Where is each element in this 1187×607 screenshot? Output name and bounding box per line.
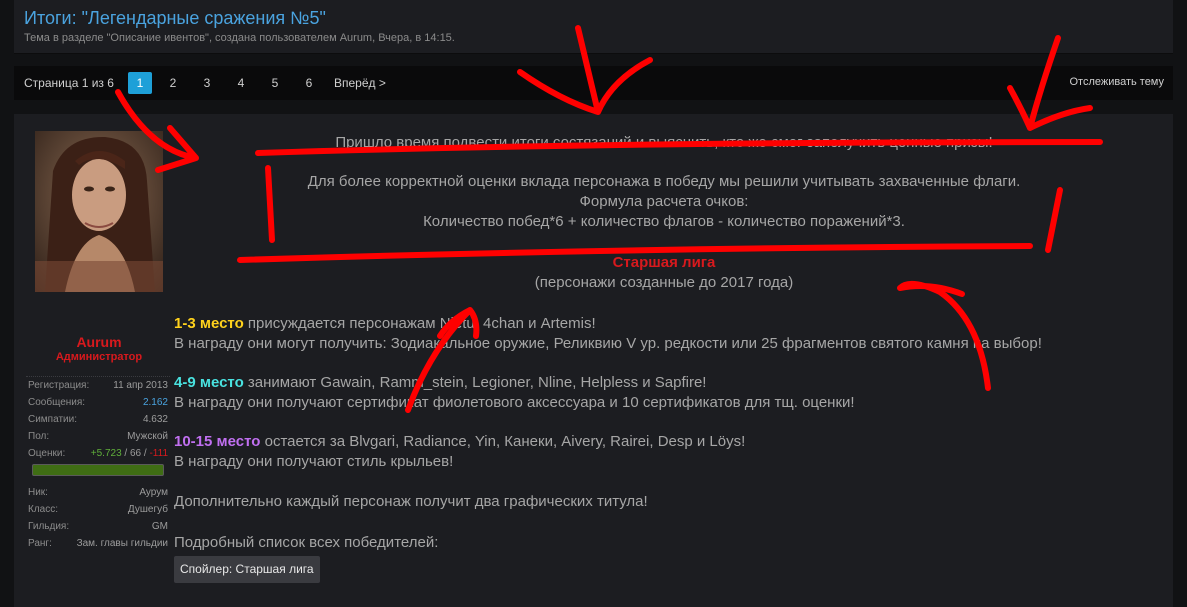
place-3-text: остается за Blvgari, Radiance, Yin, Кане… [260, 433, 746, 450]
watch-thread-link[interactable]: Отслеживать тему [1069, 76, 1164, 88]
place-1-line: 1-3 место присуждается персонажам Nietu,… [174, 315, 596, 332]
rating-bar [32, 464, 164, 476]
rating-neutral: 66 [130, 448, 142, 459]
extra-text: Дополнительно каждый персонаж получит дв… [174, 493, 648, 510]
rating-separator: / [121, 448, 130, 459]
formula-label: Формула расчета очков: [579, 193, 749, 210]
page-link-4[interactable]: 4 [229, 72, 253, 94]
stat-value: Мужской [127, 431, 168, 442]
user-role: Администратор [55, 351, 143, 363]
thread-header: Итоги: "Легендарные сражения №5" Тема в … [14, 0, 1173, 54]
page-link-1[interactable]: 1 [128, 72, 152, 94]
place-1-text: присуждается персонажам Nietu, 4chan и A… [243, 315, 596, 332]
rating-positive: +5.723 [90, 448, 122, 459]
post-content: Пришло время подвести итоги состязаний и… [174, 114, 1164, 607]
stat-value: Зам. главы гильдии [76, 538, 168, 549]
user-stats: Регистрация: 11 апр 2013 Сообщения: 2.16… [26, 376, 170, 552]
rating-values: +5.723 / 66 / -111 [91, 445, 168, 462]
pagination-bar: Страница 1 из 6 1 2 3 4 5 6 Вперёд > Отс… [14, 66, 1173, 100]
stat-value: Душегуб [127, 504, 168, 515]
avatar[interactable] [35, 131, 163, 292]
place-2-label: 4-9 место [174, 374, 244, 391]
stat-messages: Сообщения: 2.162 [26, 394, 170, 411]
formula-text: Количество побед*6 + количество флагов -… [423, 213, 905, 230]
stat-label: Симпатии: [28, 414, 77, 425]
stat-label: Пол: [28, 431, 50, 442]
page-link-2[interactable]: 2 [161, 72, 185, 94]
place-2-text: занимают Gawain, Ramm_stein, Legioner, N… [243, 374, 707, 391]
formula-intro: Для более корректной оценки вклада персо… [307, 173, 1021, 190]
intro-text: Пришло время подвести итоги состязаний и… [335, 134, 993, 151]
place-2-reward: В награду они получают сертификат фиолет… [174, 394, 855, 411]
stat-label: Ранг: [28, 538, 52, 549]
stat-label: Сообщения: [28, 397, 86, 408]
stat-label: Класс: [28, 504, 58, 515]
stat-label: Гильдия: [28, 521, 70, 532]
place-1-reward: В награду они могут получить: Зодиакальн… [174, 335, 1042, 352]
place-3-reward: В награду они получают стиль крыльев! [174, 453, 454, 470]
stat-class: Класс: Душегуб [26, 501, 170, 518]
league-title: Старшая лига [612, 254, 716, 271]
page-link-3[interactable]: 3 [195, 72, 219, 94]
stat-nick: Ник: Аурум [26, 484, 170, 501]
page-link-6[interactable]: 6 [297, 72, 321, 94]
stat-guild: Гильдия: GM [26, 518, 170, 535]
stat-value: 11 апр 2013 [113, 380, 168, 391]
league-note: (персонажи созданные до 2017 года) [534, 274, 794, 291]
stat-registration: Регистрация: 11 апр 2013 [26, 377, 170, 394]
stat-ratings: Оценки: +5.723 / 66 / -111 [26, 445, 170, 462]
thread-title: Итоги: "Легендарные сражения №5" [24, 8, 326, 28]
stat-likes: Симпатии: 4.632 [26, 411, 170, 428]
username-link[interactable]: Aurum [14, 334, 184, 350]
stat-value: 4.632 [142, 414, 168, 425]
stat-rank: Ранг: Зам. главы гильдии [26, 535, 170, 552]
place-3-label: 10-15 место [174, 433, 261, 450]
thread-subtitle: Тема в разделе "Описание ивентов", созда… [24, 32, 455, 44]
stat-label: Оценки: [28, 448, 66, 459]
winners-list-label: Подробный список всех победителей: [174, 534, 439, 551]
rating-negative: -111 [149, 448, 168, 459]
stat-label: Ник: [28, 487, 48, 498]
place-2-line: 4-9 место занимают Gawain, Ramm_stein, L… [174, 374, 706, 391]
place-3-line: 10-15 место остается за Blvgari, Radianc… [174, 433, 745, 450]
page-link-5[interactable]: 5 [263, 72, 287, 94]
post: Aurum Администратор Регистрация: 11 апр … [14, 114, 1173, 607]
stat-value: Аурум [139, 487, 168, 498]
page-count-label: Страница 1 из 6 [24, 76, 114, 90]
next-page-link[interactable]: Вперёд > [334, 76, 386, 90]
messages-count-link[interactable]: 2.162 [143, 394, 168, 411]
stat-value: GM [151, 521, 168, 532]
spoiler-button[interactable]: Спойлер: Старшая лига [174, 556, 320, 583]
stat-gender: Пол: Мужской [26, 428, 170, 445]
place-1-label: 1-3 место [174, 315, 244, 332]
stat-label: Регистрация: [28, 380, 90, 391]
